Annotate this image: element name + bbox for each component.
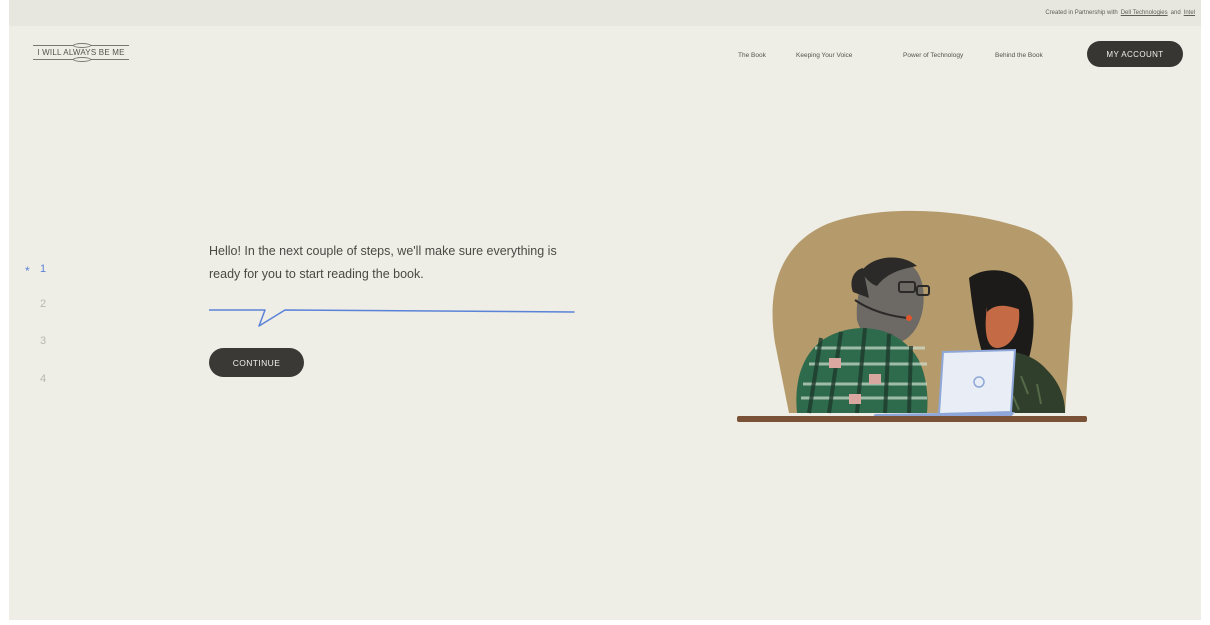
site-logo[interactable]: I WILL ALWAYS BE ME [33,42,129,62]
logo-text: I WILL ALWAYS BE ME [37,48,125,57]
nav-link-behind-the-book[interactable]: Behind the Book [995,52,1043,59]
logo-ornament-bottom [73,57,91,62]
people-laptop-illustration [737,210,1087,422]
step-3[interactable]: 3 [40,335,46,347]
step-4[interactable]: 4 [40,373,46,385]
intel-link[interactable]: Intel [1184,10,1195,16]
partner-prefix: Created in Partnership with [1045,10,1118,16]
step-2[interactable]: 2 [40,298,46,310]
top-bar [9,0,1201,26]
active-step-star-icon: * [25,264,30,278]
partner-joiner: and [1170,10,1181,16]
nav-link-power-of-technology[interactable]: Power of Technology [903,52,963,59]
nav-link-keeping-your-voice[interactable]: Keeping Your Voice [796,52,852,59]
dell-technologies-link[interactable]: Dell Technologies [1121,10,1168,16]
partner-credit: Created in Partnership with Dell Technol… [1045,0,1195,26]
nav-link-the-book[interactable]: The Book [738,52,766,59]
my-account-button[interactable]: MY ACCOUNT [1087,41,1183,67]
page: Created in Partnership with Dell Technol… [9,0,1201,620]
speech-bubble-underline [209,309,575,327]
continue-button[interactable]: CONTINUE [209,348,304,377]
intro-message: Hello! In the next couple of steps, we'l… [209,244,557,281]
step-1[interactable]: 1 [40,263,46,275]
